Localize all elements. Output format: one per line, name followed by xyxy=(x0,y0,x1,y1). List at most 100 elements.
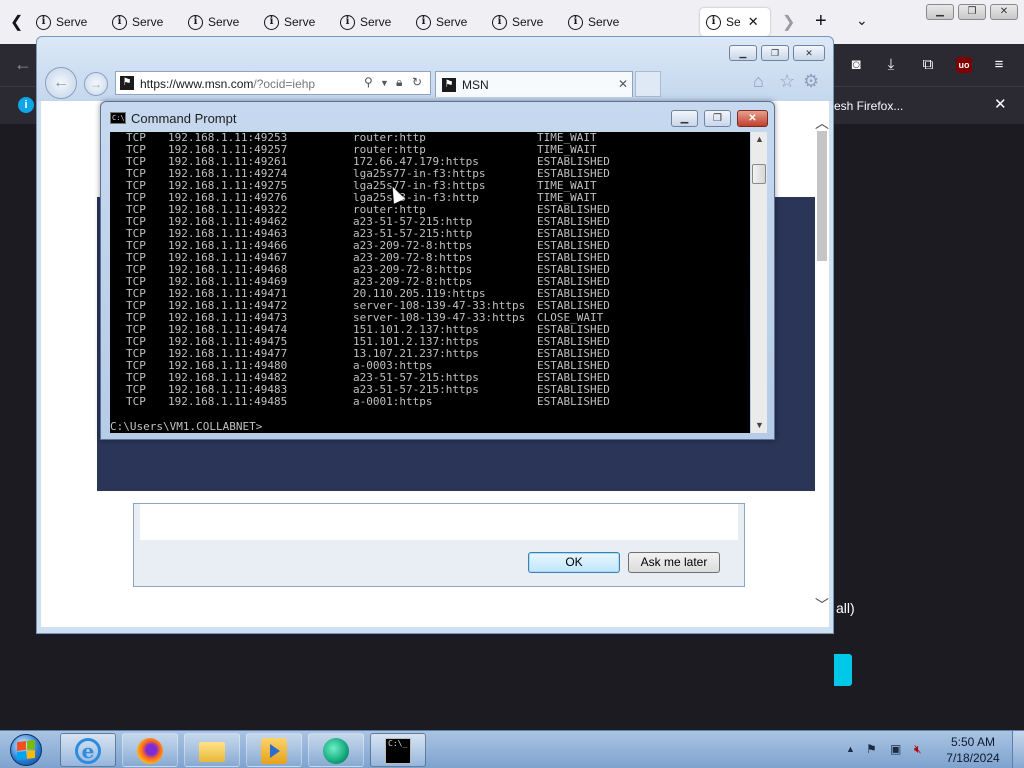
info-icon: i xyxy=(36,14,51,30)
scroll-down-chevron-icon[interactable]: ﹀ xyxy=(815,595,829,615)
clock-time[interactable]: 5:50 AM xyxy=(938,735,1008,749)
firefox-tab[interactable]: i Serve xyxy=(486,8,562,36)
netstat-local: 192.168.1.11:49485 xyxy=(168,395,288,408)
scroll-up-chevron-icon[interactable]: ︿ xyxy=(815,113,829,133)
minimize-button[interactable]: ▁ xyxy=(926,4,954,20)
url-host: https://www.msn.com xyxy=(140,77,254,91)
page-action-button[interactable] xyxy=(834,654,852,686)
scroll-down-icon[interactable]: ▼ xyxy=(755,420,764,430)
tools-gear-icon[interactable]: ⚙ xyxy=(803,71,819,92)
info-icon: i xyxy=(416,14,431,30)
taskbar: e C:\_ ▲ ⚑ ▣ 🔇︎ 5:50 AM 7/18/2024 xyxy=(0,730,1024,768)
back-arrow-icon[interactable]: ← xyxy=(14,54,32,75)
show-hidden-icons-icon[interactable]: ▲ xyxy=(846,744,855,754)
msn-favicon-icon: ⚑ xyxy=(442,78,456,92)
taskbar-explorer-button[interactable] xyxy=(184,733,240,767)
command-prompt-line[interactable]: C:\Users\VM1.COLLABNET> xyxy=(110,421,262,433)
list-all-tabs-icon[interactable]: ⌄ xyxy=(856,12,868,29)
firefox-tab[interactable]: i Serve xyxy=(106,8,182,36)
cmd-app-icon: C:\ xyxy=(110,112,126,124)
favorites-star-icon[interactable]: ☆ xyxy=(779,71,795,92)
folder-icon xyxy=(199,742,225,762)
lock-icon[interactable]: 🔒︎ xyxy=(396,75,402,90)
menu-icon[interactable]: ≡ xyxy=(988,54,1010,76)
ie-tab-msn[interactable]: ⚑ MSN ✕ xyxy=(435,71,633,97)
action-center-flag-icon[interactable]: ⚑ xyxy=(866,742,877,756)
info-icon: i xyxy=(264,14,279,30)
firefox-icon xyxy=(137,738,163,764)
tab-label: Se xyxy=(726,15,741,29)
info-icon: i xyxy=(188,14,203,30)
volume-muted-icon[interactable]: 🔇︎ xyxy=(914,742,922,757)
console-scrollbar[interactable]: ▲ ▼ xyxy=(751,132,767,433)
refresh-icon[interactable]: ↻ xyxy=(412,75,422,89)
internet-explorer-icon: e xyxy=(75,738,101,764)
back-arrow-icon[interactable]: ← xyxy=(45,67,77,99)
clock-date[interactable]: 7/18/2024 xyxy=(938,751,1008,765)
info-icon: i xyxy=(492,14,507,30)
ie-new-tab-button[interactable] xyxy=(635,71,661,97)
close-button[interactable]: ✕ xyxy=(990,4,1018,20)
firefox-tab-active[interactable]: i Se ✕ xyxy=(700,8,770,36)
netstat-foreign: a-0001:https xyxy=(353,395,433,408)
pocket-icon[interactable]: ◙ xyxy=(845,54,867,76)
cmd-close-button[interactable]: ✕ xyxy=(737,110,768,127)
tabs-scroll-left-icon[interactable]: ❮ xyxy=(10,12,23,32)
info-icon: i xyxy=(112,14,127,30)
info-icon: i xyxy=(340,14,355,30)
start-button[interactable] xyxy=(4,731,46,768)
info-icon: i xyxy=(18,97,34,113)
taskbar-firefox-button[interactable] xyxy=(122,733,178,767)
taskbar-ie-button[interactable]: e xyxy=(60,733,116,767)
taskbar-media-player-button[interactable] xyxy=(246,733,302,767)
scrollbar-thumb[interactable] xyxy=(752,164,766,184)
tab-label: Serve xyxy=(436,15,468,29)
media-player-icon xyxy=(261,738,287,764)
msn-favicon-icon: ⚑ xyxy=(120,76,134,90)
ie-close-button[interactable]: ✕ xyxy=(793,45,825,61)
network-icon[interactable]: ▣ xyxy=(890,742,901,756)
window-title: Command Prompt xyxy=(131,111,237,126)
console-output[interactable]: TCP 192.168.1.11:49253 router:http TIME_WAI… xyxy=(110,132,750,433)
scroll-up-icon[interactable]: ▲ xyxy=(755,134,764,144)
downloads-icon[interactable]: ⤓ xyxy=(880,54,902,76)
cmd-maximize-button[interactable]: ❐ xyxy=(704,110,731,127)
firefox-tab[interactable]: i Serve xyxy=(562,8,638,36)
home-icon[interactable]: ⌂ xyxy=(753,71,764,92)
show-desktop-button[interactable] xyxy=(1012,731,1024,768)
ie-minimize-button[interactable]: ▁ xyxy=(729,45,757,61)
firefox-tab[interactable]: i Serve xyxy=(258,8,334,36)
address-bar[interactable]: ⚑ https://www.msn.com/?ocid=iehp ⚲ ▼ 🔒︎ … xyxy=(115,71,431,95)
close-icon[interactable]: ✕ xyxy=(994,95,1007,113)
maximize-button[interactable]: ❐ xyxy=(958,4,986,20)
netstat-proto: TCP xyxy=(126,395,146,408)
taskbar-cmd-button[interactable]: C:\_ xyxy=(370,733,426,767)
forward-arrow-icon[interactable]: → xyxy=(84,72,108,96)
chat-app-icon xyxy=(323,738,349,764)
netstat-line: TCP 192.168.1.11:49485 a-0001:https ESTABLI… xyxy=(112,396,610,408)
firefox-tab[interactable]: i Serve xyxy=(410,8,486,36)
new-tab-button[interactable]: + xyxy=(815,10,827,33)
tab-label: Serve xyxy=(588,15,620,29)
ok-button[interactable]: OK xyxy=(528,552,620,573)
search-icon[interactable]: ⚲ xyxy=(364,75,373,89)
refresh-firefox-link[interactable]: esh Firefox... xyxy=(834,99,903,113)
default-browser-dialog: OK Ask me later xyxy=(133,503,745,587)
tabs-scroll-right-icon[interactable]: ❯ xyxy=(782,12,795,32)
firefox-tab[interactable]: i Serve xyxy=(182,8,258,36)
tab-close-icon[interactable]: ✕ xyxy=(618,77,628,91)
address-url[interactable]: https://www.msn.com/?ocid=iehp xyxy=(140,77,315,91)
tab-label: Serve xyxy=(132,15,164,29)
ask-me-later-button[interactable]: Ask me later xyxy=(628,552,720,573)
page-text: all) xyxy=(836,600,855,616)
page-scrollbar-thumb[interactable] xyxy=(817,131,827,261)
tab-close-icon[interactable]: ✕ xyxy=(748,14,759,30)
firefox-tab[interactable]: i Serve xyxy=(334,8,410,36)
extensions-icon[interactable]: ⧉ xyxy=(917,54,939,76)
cmd-minimize-button[interactable]: ▁ xyxy=(671,110,698,127)
dropdown-icon[interactable]: ▼ xyxy=(380,78,389,88)
ublock-icon[interactable]: uo xyxy=(956,57,972,73)
firefox-tab[interactable]: i Serve xyxy=(30,8,106,36)
taskbar-chat-button[interactable] xyxy=(308,733,364,767)
ie-maximize-button[interactable]: ❐ xyxy=(761,45,789,61)
